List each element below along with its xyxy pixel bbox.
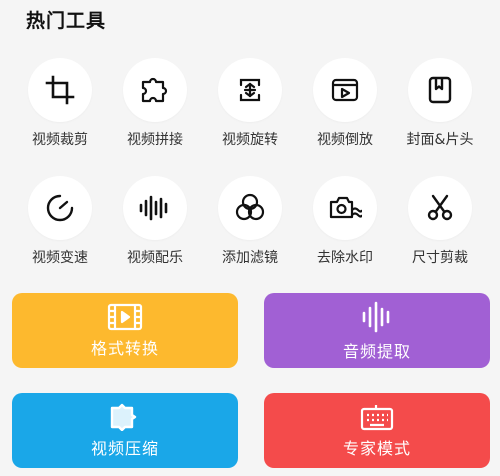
soundwave-icon: [139, 195, 168, 221]
rotate-icon: [239, 78, 261, 102]
tool-icon-button[interactable]: [408, 176, 472, 240]
tool-label: 视频配乐: [127, 250, 183, 266]
tool-video-merge[interactable]: 视频拼接: [107, 58, 203, 149]
tool-remove-watermark[interactable]: 去除水印: [297, 176, 393, 267]
video-compress-card[interactable]: 视频压缩: [12, 393, 238, 468]
tool-cover-intro[interactable]: 封面&片头: [392, 58, 488, 149]
tool-video-music[interactable]: 视频配乐: [107, 176, 203, 267]
filter-icon: [235, 193, 265, 221]
tool-video-rotate[interactable]: 视频旋转: [202, 58, 298, 149]
expert-mode-card[interactable]: 专家模式: [264, 393, 490, 468]
page-title: 热门工具: [26, 10, 107, 32]
film-icon: [107, 303, 143, 330]
watermark-icon: [329, 196, 362, 219]
tool-label: 尺寸剪裁: [412, 250, 468, 266]
crop-icon: [45, 75, 75, 105]
audio-extract-card[interactable]: 音频提取: [264, 293, 490, 368]
tool-icon-button[interactable]: [28, 58, 92, 122]
puzzle-icon: [141, 77, 168, 103]
tool-icon-button[interactable]: [218, 58, 282, 122]
tool-label: 封面&片头: [406, 132, 474, 148]
tool-label: 去除水印: [317, 250, 373, 266]
card-label: 视频压缩: [90, 438, 159, 458]
tool-label: 视频变速: [32, 250, 88, 266]
tool-label: 视频旋转: [222, 132, 278, 148]
tool-icon-button[interactable]: [28, 176, 92, 240]
speedometer-icon: [46, 194, 74, 222]
bookmark-icon: [428, 76, 452, 104]
scissors-icon: [427, 194, 453, 221]
tool-label: 视频裁剪: [32, 132, 88, 148]
tool-video-speed[interactable]: 视频变速: [12, 176, 108, 267]
tool-video-reverse[interactable]: 视频倒放: [297, 58, 393, 149]
tool-icon-button[interactable]: [313, 176, 377, 240]
keyboard-icon: [360, 404, 394, 430]
tool-icon-button[interactable]: [123, 176, 187, 240]
card-label: 格式转换: [90, 338, 159, 358]
tool-size-crop[interactable]: 尺寸剪裁: [392, 176, 488, 267]
tool-add-filter[interactable]: 添加滤镜: [202, 176, 298, 267]
compress-icon: [110, 403, 137, 431]
card-label: 音频提取: [342, 341, 411, 361]
tool-icon-button[interactable]: [218, 176, 282, 240]
tool-icon-button[interactable]: [313, 58, 377, 122]
audio-wave-icon: [362, 301, 390, 332]
card-label: 专家模式: [342, 438, 411, 458]
tool-video-crop[interactable]: 视频裁剪: [12, 58, 108, 149]
reverse-play-icon: [331, 78, 359, 102]
tool-label: 视频拼接: [127, 132, 183, 148]
format-convert-card[interactable]: 格式转换: [12, 293, 238, 368]
tool-icon-button[interactable]: [123, 58, 187, 122]
tool-label: 添加滤镜: [222, 250, 278, 266]
tool-icon-button[interactable]: [408, 58, 472, 122]
tool-label: 视频倒放: [317, 132, 373, 148]
